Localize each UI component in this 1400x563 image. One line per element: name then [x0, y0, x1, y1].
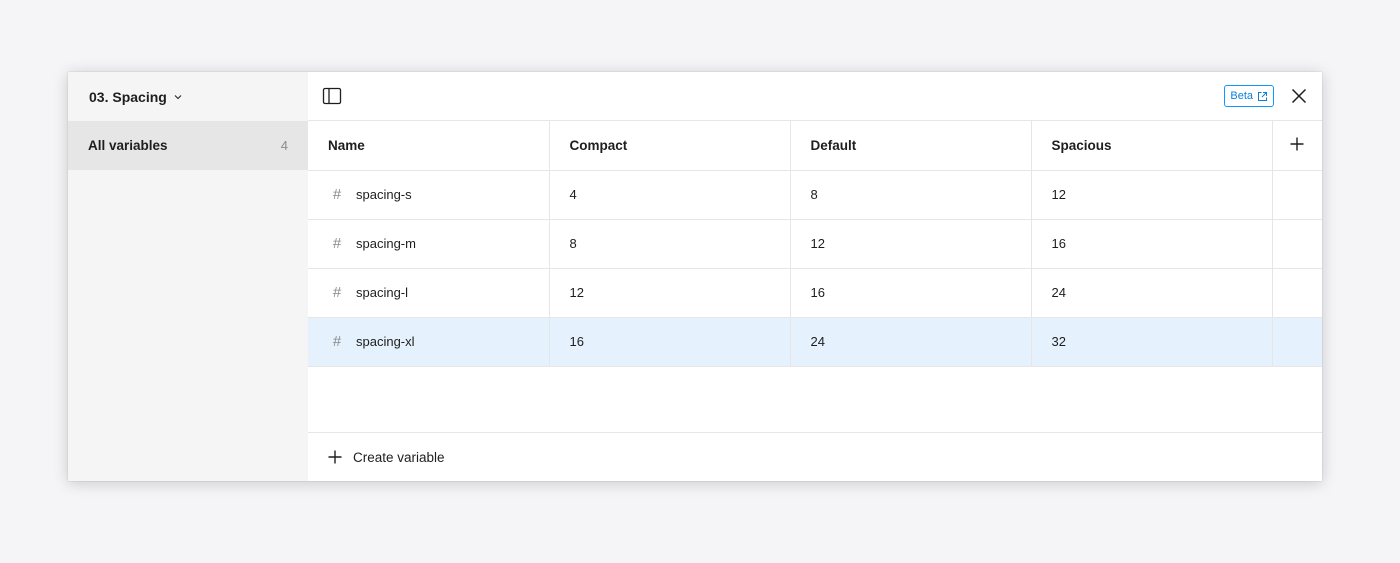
- value-cell-compact[interactable]: 8: [549, 219, 791, 269]
- variables-modal: 03. Spacing All variables 4 Beta Name Co…: [68, 72, 1322, 481]
- column-header-default[interactable]: Default: [790, 121, 1032, 171]
- plus-icon: [328, 450, 342, 464]
- sidebar-toggle-icon: [322, 87, 342, 105]
- variable-name: spacing-l: [356, 285, 409, 300]
- chevron-down-icon: [174, 94, 182, 99]
- column-header-spacious[interactable]: Spacious: [1031, 121, 1273, 171]
- hash-icon: #: [332, 186, 342, 203]
- variable-name: spacing-s: [356, 187, 412, 202]
- table-row[interactable]: # spacing-s 4 8 12: [308, 170, 1322, 220]
- external-link-icon: [1258, 91, 1267, 101]
- close-button[interactable]: [1290, 87, 1308, 105]
- table-header-row: Name Compact Default Spacious: [308, 121, 1322, 171]
- plus-icon: [1290, 137, 1304, 151]
- empty-cell: [1272, 219, 1322, 269]
- variable-name-cell[interactable]: # spacing-l: [308, 268, 550, 318]
- column-header-compact[interactable]: Compact: [549, 121, 791, 171]
- column-header-name[interactable]: Name: [308, 121, 550, 171]
- variables-main: Beta Name Compact Default Spacious # spa…: [308, 72, 1322, 481]
- variable-name-cell[interactable]: # spacing-xl: [308, 317, 550, 367]
- sidebar: 03. Spacing All variables 4: [68, 72, 308, 481]
- value-cell-compact[interactable]: 4: [549, 170, 791, 220]
- value-cell-compact[interactable]: 12: [549, 268, 791, 318]
- variable-name-cell[interactable]: # spacing-m: [308, 219, 550, 269]
- close-icon: [1291, 88, 1307, 104]
- value-cell-compact[interactable]: 16: [549, 317, 791, 367]
- table-row[interactable]: # spacing-m 8 12 16: [308, 219, 1322, 269]
- empty-cell: [1272, 268, 1322, 318]
- sidebar-item-label: All variables: [88, 138, 168, 153]
- value-cell-spacious[interactable]: 12: [1031, 170, 1273, 220]
- table-empty-area: [308, 367, 1322, 433]
- value-cell-spacious[interactable]: 32: [1031, 317, 1273, 367]
- beta-badge[interactable]: Beta: [1224, 85, 1274, 107]
- hash-icon: #: [332, 333, 342, 350]
- variables-table: Name Compact Default Spacious # spacing-s: [308, 121, 1322, 367]
- value-cell-default[interactable]: 24: [790, 317, 1032, 367]
- create-variable-button[interactable]: Create variable: [308, 433, 1322, 481]
- variable-name: spacing-xl: [356, 334, 415, 349]
- collection-name: 03. Spacing: [89, 88, 167, 105]
- toggle-sidebar-button[interactable]: [322, 87, 342, 105]
- value-cell-default[interactable]: 16: [790, 268, 1032, 318]
- toolbar: Beta: [308, 72, 1322, 121]
- empty-cell: [1272, 317, 1322, 367]
- hash-icon: #: [332, 284, 342, 301]
- sidebar-item-count: 4: [280, 138, 288, 153]
- beta-label: Beta: [1230, 90, 1253, 102]
- empty-cell: [1272, 170, 1322, 220]
- value-cell-spacious[interactable]: 24: [1031, 268, 1273, 318]
- create-variable-label: Create variable: [353, 449, 445, 465]
- value-cell-default[interactable]: 12: [790, 219, 1032, 269]
- table-row-selected[interactable]: # spacing-xl 16 24 32: [308, 317, 1322, 367]
- value-cell-spacious[interactable]: 16: [1031, 219, 1273, 269]
- variable-name-cell[interactable]: # spacing-s: [308, 170, 550, 220]
- sidebar-item-all-variables[interactable]: All variables 4: [68, 121, 308, 170]
- variable-name: spacing-m: [356, 236, 416, 251]
- collection-dropdown[interactable]: 03. Spacing: [68, 72, 308, 121]
- table-row[interactable]: # spacing-l 12 16 24: [308, 268, 1322, 318]
- value-cell-default[interactable]: 8: [790, 170, 1032, 220]
- add-mode-button[interactable]: [1272, 121, 1322, 171]
- hash-icon: #: [332, 235, 342, 252]
